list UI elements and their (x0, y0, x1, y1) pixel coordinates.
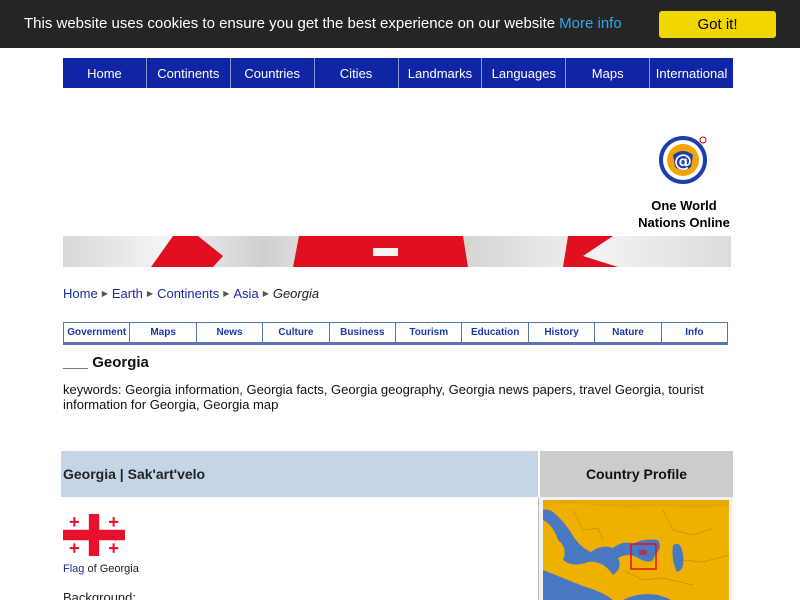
flag-caption: Flag of Georgia (63, 563, 139, 575)
background-label: Background: (63, 590, 136, 600)
logo-line1: One World (651, 198, 717, 213)
profile-header: Georgia | Sak'art'velo (61, 451, 538, 497)
cookie-message: This website uses cookies to ensure you … (24, 15, 622, 32)
main-nav: Home Continents Countries Cities Landmar… (63, 58, 733, 88)
nav-item-home[interactable]: Home (63, 58, 147, 88)
breadcrumb-earth[interactable]: Earth (112, 286, 143, 301)
breadcrumb-arrow-icon: ▶ (262, 289, 269, 298)
subnav-tourism[interactable]: Tourism (396, 323, 463, 342)
cookie-more-info-link[interactable]: More info (559, 15, 622, 32)
flag-caption-text: of Georgia (84, 563, 139, 575)
breadcrumb-arrow-icon: ▶ (223, 289, 230, 298)
profile-body (61, 497, 538, 600)
cookie-accept-button[interactable]: Got it! (659, 11, 776, 38)
nav-item-maps[interactable]: Maps (566, 58, 651, 88)
cookie-banner: This website uses cookies to ensure you … (0, 0, 800, 48)
subnav-education[interactable]: Education (462, 323, 529, 342)
breadcrumb-continents[interactable]: Continents (157, 286, 219, 301)
nav-item-countries[interactable]: Countries (231, 58, 315, 88)
svg-text:@: @ (674, 151, 692, 172)
subnav-government[interactable]: Government (64, 323, 131, 342)
site-logo-text[interactable]: One World Nations Online (628, 197, 740, 231)
georgia-locator-map[interactable] (543, 500, 729, 600)
cookie-message-text: This website uses cookies to ensure you … (24, 15, 556, 32)
breadcrumb-current: Georgia (272, 286, 320, 301)
breadcrumb-asia[interactable]: Asia (233, 286, 258, 301)
profile-title: Georgia | Sak'art'velo (63, 466, 206, 482)
country-sub-nav: Government Maps News Culture Business To… (63, 322, 728, 345)
flag-link[interactable]: Flag (63, 563, 84, 575)
page-title: ___ Georgia (63, 354, 149, 371)
subnav-business[interactable]: Business (330, 323, 397, 342)
subnav-history[interactable]: History (529, 323, 596, 342)
nav-item-cities[interactable]: Cities (315, 58, 399, 88)
subnav-info[interactable]: Info (662, 323, 727, 342)
one-world-logo-icon[interactable]: @ (659, 133, 709, 185)
country-profile-header: Country Profile (540, 451, 733, 497)
nav-item-languages[interactable]: Languages (482, 58, 567, 88)
breadcrumb-home[interactable]: Home (63, 286, 98, 301)
breadcrumb-arrow-icon: ▶ (101, 289, 108, 298)
nav-item-international[interactable]: International (650, 58, 733, 88)
breadcrumb: Home ▶ Earth ▶ Continents ▶ Asia ▶ Georgia (63, 286, 319, 301)
subnav-nature[interactable]: Nature (595, 323, 662, 342)
nav-item-landmarks[interactable]: Landmarks (399, 58, 483, 88)
georgia-flag-banner (63, 236, 731, 267)
subnav-news[interactable]: News (197, 323, 264, 342)
subnav-maps[interactable]: Maps (130, 323, 197, 342)
keywords-text: keywords: Georgia information, Georgia f… (63, 382, 704, 412)
subnav-culture[interactable]: Culture (263, 323, 330, 342)
nav-item-continents[interactable]: Continents (147, 58, 231, 88)
logo-line2: Nations Online (638, 215, 730, 230)
georgia-flag-image[interactable] (63, 514, 125, 556)
breadcrumb-arrow-icon: ▶ (146, 289, 154, 298)
